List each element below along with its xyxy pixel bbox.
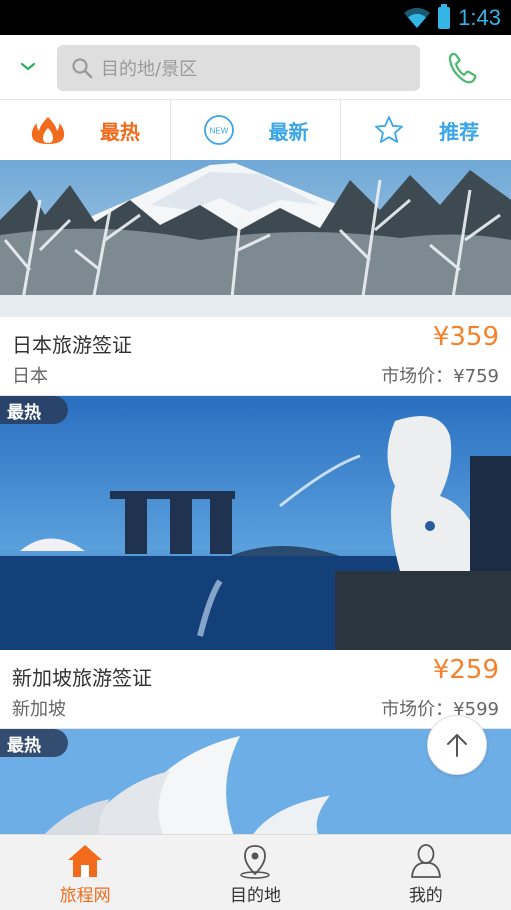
nav-destination-label: 目的地 [229,886,281,906]
location-dropdown-button[interactable] [0,35,56,100]
wifi-icon [404,7,431,28]
hot-badge: 最热 [0,396,68,424]
home-icon [68,845,103,877]
search-input[interactable]: 目的地/景区 [57,45,420,91]
status-time: 1:43 [458,4,501,30]
nav-home-label: 旅程网 [59,886,111,906]
tab-recommended-label: 推荐 [439,119,480,144]
card-price: ¥259 [432,655,499,685]
card-destination: 新加坡 [12,699,66,720]
phone-icon [448,52,477,84]
tab-hot[interactable]: 最热 [0,100,171,160]
card-market-price: 市场价：¥759 [381,366,499,387]
search-icon [72,58,93,79]
nav-profile-label: 我的 [408,886,443,906]
nav-home[interactable]: 旅程网 [0,835,170,910]
new-badge-icon: NEW [203,115,234,145]
arrow-up-icon [447,734,467,757]
tab-new[interactable]: NEW 最新 [171,100,342,160]
card-title: 日本旅游签证 [12,333,132,357]
user-icon [410,844,441,878]
app-screen: 1:43 目的地/景区 最热 NEW 最新 推荐 日本旅游签证 ¥359 日本 … [0,0,511,910]
scroll-to-top-button[interactable] [427,715,487,775]
bottom-nav: 旅程网 目的地 我的 [0,834,511,910]
battery-icon [438,3,451,29]
search-placeholder: 目的地/景区 [101,59,198,80]
card-title: 新加坡旅游签证 [12,666,152,690]
nav-profile[interactable]: 我的 [341,835,511,910]
map-pin-icon [240,845,271,879]
product-card[interactable]: 最热 [0,396,511,729]
flame-icon [31,117,64,144]
nav-destination[interactable]: 目的地 [170,835,340,910]
mount-fuji-snow-photo [0,160,511,317]
card-market-price: 市场价：¥599 [381,699,499,720]
card-price: ¥359 [432,322,499,352]
tab-recommended[interactable]: 推荐 [341,100,511,160]
chevron-down-icon [20,62,36,71]
tab-new-label: 最新 [268,119,309,144]
hot-badge: 最热 [0,729,68,757]
card-info: 新加坡旅游签证 ¥259 新加坡 市场价：¥599 [0,650,511,729]
status-bar: 1:43 [0,0,511,35]
new-badge-text: NEW [209,127,228,136]
card-destination: 日本 [12,366,48,387]
header: 目的地/景区 [0,35,511,100]
card-info: 日本旅游签证 ¥359 日本 市场价：¥759 [0,317,511,396]
star-icon [375,116,404,143]
category-tabs: 最热 NEW 最新 推荐 [0,100,511,160]
tab-hot-label: 最热 [99,119,140,144]
singapore-merlion-marina-bay-photo [0,396,511,650]
product-card[interactable]: 日本旅游签证 ¥359 日本 市场价：¥759 [0,160,511,396]
phone-button[interactable] [445,50,481,86]
